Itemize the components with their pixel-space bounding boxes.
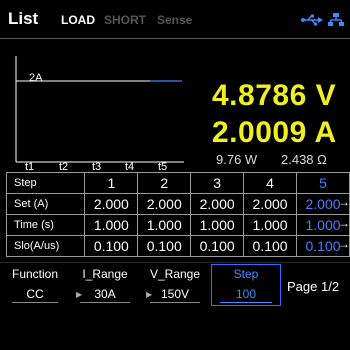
tab-short[interactable]: SHORT xyxy=(104,13,146,27)
softkey-label: Function xyxy=(11,267,59,281)
table-cell[interactable]: 0.100 xyxy=(84,235,139,257)
page-title: List xyxy=(8,9,39,28)
table-cell[interactable]: 1.000 xyxy=(243,214,298,236)
table-cell[interactable]: 1.000 xyxy=(137,214,192,236)
underline xyxy=(150,302,200,303)
row-label: Time (s) xyxy=(5,214,86,236)
usb-icon xyxy=(301,14,323,26)
step-header[interactable]: 2 xyxy=(137,172,192,194)
table-header-row: Step 1 2 3 4 5 xyxy=(5,172,350,194)
table-cell[interactable]: 2.000 xyxy=(137,193,192,215)
i-range-softkey[interactable]: I_Range 30A ▶ xyxy=(72,267,138,305)
table-cell[interactable]: 2.000 xyxy=(190,193,245,215)
table-cell[interactable]: 1.000 xyxy=(84,214,139,236)
row-label: Slo(A/us) xyxy=(5,235,86,257)
row-label: Set (A) xyxy=(5,193,86,215)
dropdown-triangle-icon: ▶ xyxy=(76,290,83,299)
tab-sense[interactable]: Sense xyxy=(157,13,192,27)
table-row: Set (A) 2.000 2.000 2.000 2.000 2.000 xyxy=(5,193,350,215)
step-header[interactable]: 4 xyxy=(243,172,298,194)
current-readout: 2.0009 A xyxy=(212,116,337,149)
scroll-right-arrow-icon[interactable]: → xyxy=(338,237,350,251)
table-row: Time (s) 1.000 1.000 1.000 1.000 1.000 xyxy=(5,214,350,236)
scroll-right-arrow-icon[interactable]: → xyxy=(338,195,350,209)
table-cell[interactable]: 0.100 xyxy=(137,235,192,257)
resistance-readout: 2.438 Ω xyxy=(281,152,327,167)
table-cell[interactable]: 2.000 xyxy=(243,193,298,215)
power-readout: 9.76 W xyxy=(216,152,258,167)
underline xyxy=(80,302,130,303)
softkey-divider xyxy=(0,262,350,263)
underline xyxy=(220,302,272,303)
scroll-right-arrow-icon[interactable]: → xyxy=(338,216,350,230)
network-icon xyxy=(328,13,344,26)
table-cell[interactable]: 0.100 xyxy=(190,235,245,257)
table-cell[interactable]: 0.100 xyxy=(243,235,298,257)
function-softkey[interactable]: Function CC xyxy=(4,267,66,305)
softkey-label: Step xyxy=(233,267,259,281)
softkey-value: 100 xyxy=(235,287,257,301)
voltage-readout: 4.8786 V xyxy=(212,79,337,112)
step-softkey[interactable]: Step 100 xyxy=(211,264,281,306)
header-divider xyxy=(0,38,350,39)
table-cell[interactable]: 1.000 xyxy=(190,214,245,236)
underline xyxy=(12,302,58,303)
page-indicator[interactable]: Page 1/2 xyxy=(287,279,339,294)
tab-load[interactable]: LOAD xyxy=(61,13,95,27)
step-header-selected[interactable]: 5 xyxy=(296,172,350,194)
list-table: Step 1 2 3 4 5 Set (A) 2.000 2.000 2.000… xyxy=(5,172,350,257)
dropdown-triangle-icon: ▶ xyxy=(146,290,153,299)
v-range-softkey[interactable]: V_Range 150V ▶ xyxy=(142,267,208,305)
table-row: Slo(A/us) 0.100 0.100 0.100 0.100 0.100 xyxy=(5,235,350,257)
softkey-value: CC xyxy=(26,287,44,301)
table-header-label: Step xyxy=(5,172,86,194)
graph-y-label: 2A xyxy=(29,72,43,84)
softkey-label: I_Range xyxy=(82,267,128,281)
step-header[interactable]: 3 xyxy=(190,172,245,194)
softkey-label: V_Range xyxy=(149,267,201,281)
step-header[interactable]: 1 xyxy=(84,172,139,194)
table-cell[interactable]: 2.000 xyxy=(84,193,139,215)
